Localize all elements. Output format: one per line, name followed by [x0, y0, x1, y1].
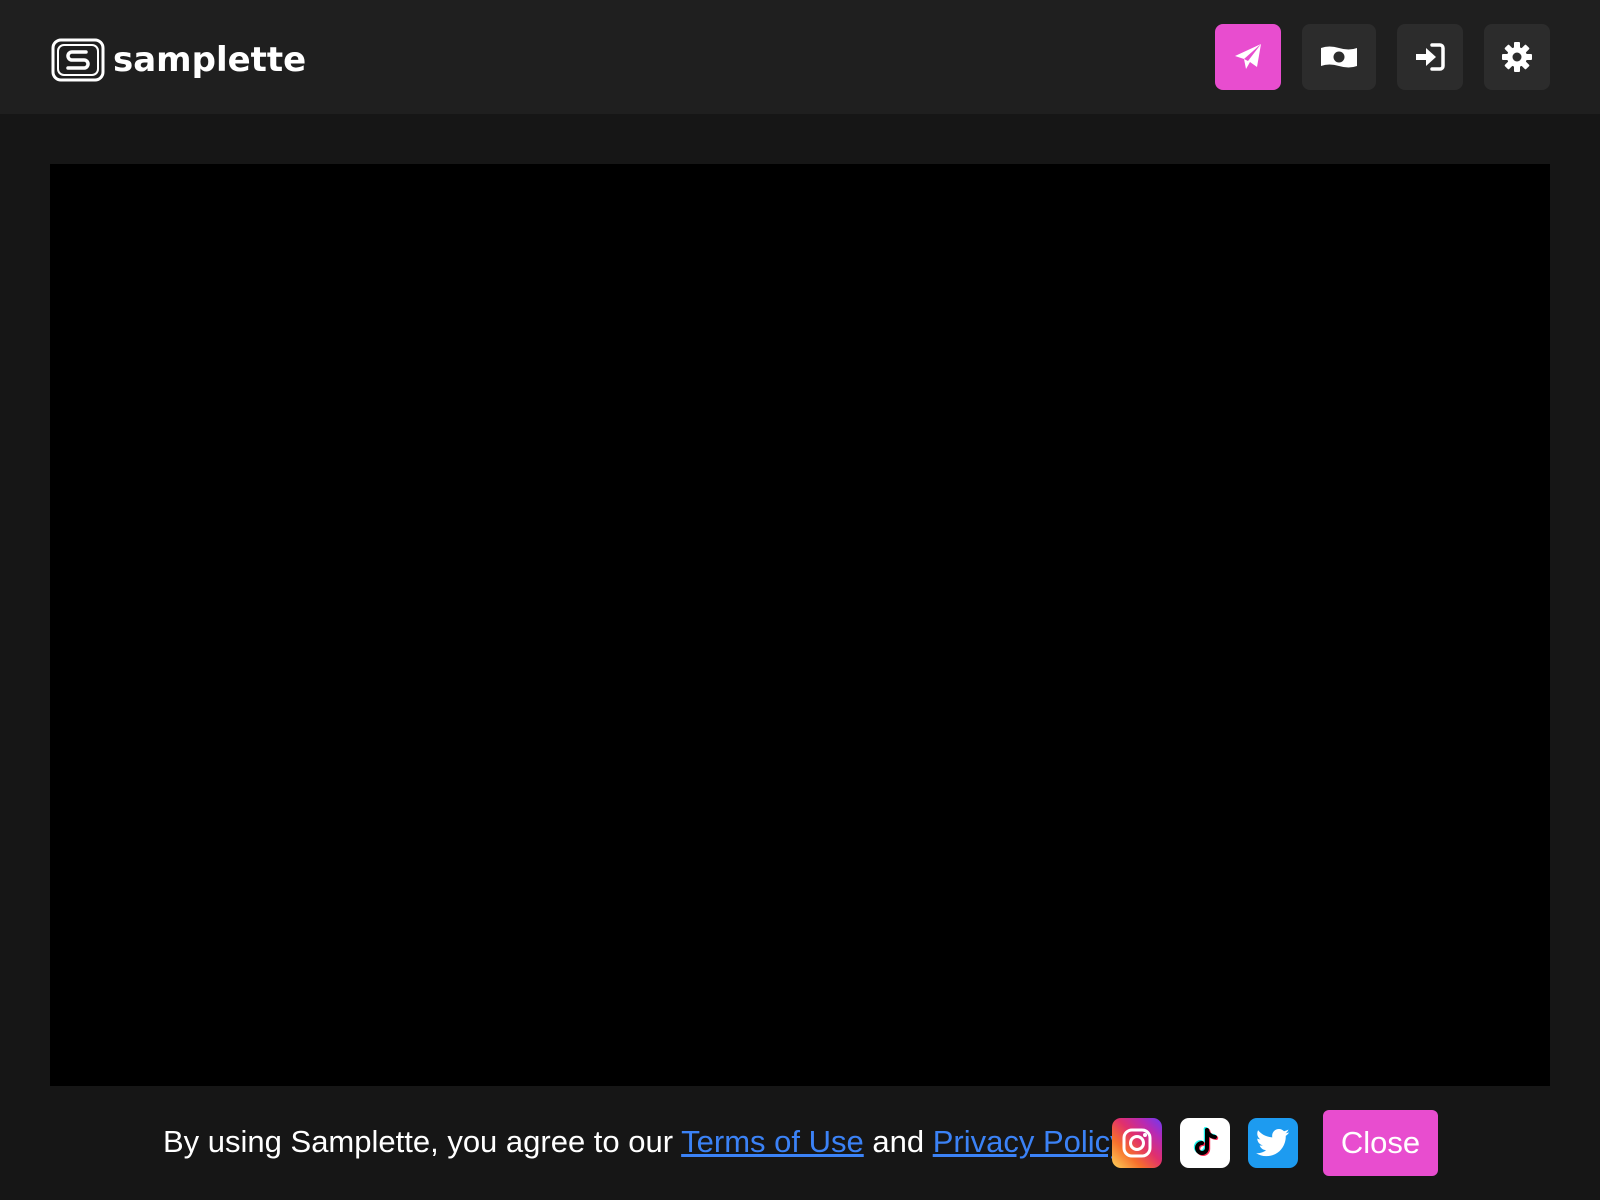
settings-button[interactable]	[1484, 24, 1550, 90]
tiktok-link[interactable]	[1180, 1118, 1230, 1168]
brand-name: samplette	[113, 39, 307, 80]
consent-text: By using Samplette, you agree to our Ter…	[163, 1122, 1132, 1162]
top-header: samplette	[0, 0, 1600, 114]
money-bill-icon	[1321, 46, 1357, 68]
login-button[interactable]	[1397, 24, 1463, 90]
terms-of-use-link[interactable]: Terms of Use	[681, 1124, 864, 1159]
paper-plane-icon	[1235, 44, 1261, 69]
video-player[interactable]	[50, 164, 1550, 1086]
tiktok-icon	[1193, 1127, 1219, 1156]
samplette-logo-icon	[51, 38, 105, 81]
sign-in-icon	[1416, 43, 1445, 71]
privacy-policy-link[interactable]: Privacy Policy	[933, 1124, 1124, 1159]
consent-prefix: By using Samplette, you agree to our	[163, 1124, 682, 1159]
twitter-icon	[1256, 1128, 1290, 1157]
page: samplette By using Samplette, you agree …	[0, 0, 1600, 1200]
twitter-link[interactable]	[1248, 1118, 1298, 1168]
instagram-icon	[1122, 1128, 1152, 1158]
send-button[interactable]	[1215, 24, 1281, 90]
close-button[interactable]: Close	[1323, 1110, 1438, 1176]
instagram-link[interactable]	[1112, 1118, 1162, 1168]
samplette-logo[interactable]: samplette	[51, 37, 306, 82]
donate-button[interactable]	[1302, 24, 1376, 90]
gear-icon	[1502, 42, 1532, 72]
consent-middle: and	[863, 1124, 933, 1159]
